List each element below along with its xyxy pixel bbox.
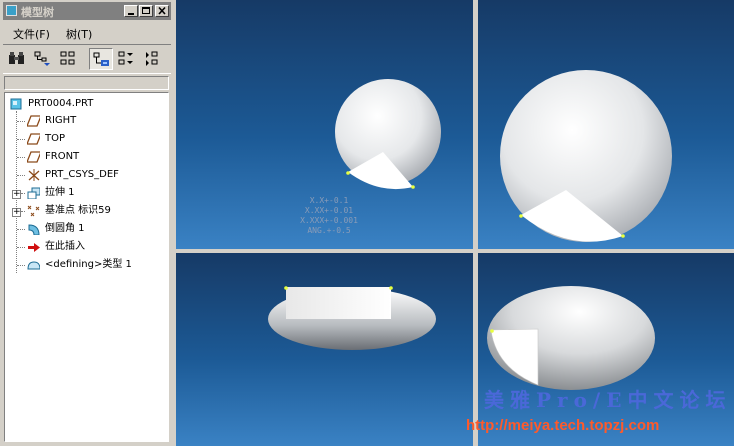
datum-plane-icon: [27, 115, 40, 127]
model-tree: PRT0004.PRT RIGHT TOP FRONT PRT_CSYS_DEF…: [4, 92, 169, 442]
tree-filter-button[interactable]: [31, 48, 55, 70]
model-shape-view-2: [500, 70, 672, 242]
tolerance-line: ANG.+-0.5: [307, 226, 351, 235]
maximize-button[interactable]: [139, 5, 153, 17]
tree-layer-button[interactable]: [89, 48, 113, 70]
watermark-title: 美雅Pro/E中文论坛: [484, 388, 732, 412]
menu-file[interactable]: 文件(F): [13, 26, 50, 42]
datum-plane-icon: [27, 151, 40, 163]
tree-connector: [17, 139, 25, 140]
defining-feature-icon: [27, 261, 40, 270]
expand-all-button[interactable]: [115, 48, 139, 70]
watermark-url: http://meiya.tech.topzj.com: [466, 417, 660, 434]
tree-layer-icon: [93, 52, 109, 66]
extrude-icon: [27, 187, 40, 199]
datum-plane-icon: [27, 133, 40, 145]
tree-connector: [17, 121, 25, 122]
tree-columns-button[interactable]: [57, 48, 81, 70]
round-icon: [28, 224, 40, 235]
model-shape-view-3: [268, 286, 436, 350]
viewport-top-left[interactable]: X.X+-0.1 X.XX+-0.01 X.XXX+-0.001 ANG.+-0…: [176, 0, 473, 249]
tree-connector: [17, 229, 25, 230]
datum-point-icon: [27, 205, 40, 217]
tree-columns-icon: [60, 51, 75, 65]
model-tree-window-icon: [6, 5, 17, 16]
tree-toolbar: [3, 44, 171, 74]
window-title: 模型树: [21, 6, 54, 19]
csys-icon: [28, 169, 40, 181]
tree-connector: [17, 265, 25, 266]
tree-connector: [17, 247, 25, 248]
close-button[interactable]: [155, 5, 169, 17]
viewport-top-right[interactable]: [478, 0, 734, 249]
expand-all-icon: [118, 51, 133, 65]
close-icon: [158, 6, 166, 15]
collapse-all-button[interactable]: [141, 48, 165, 70]
tree-connector: [21, 211, 25, 212]
minimize-icon: [128, 13, 134, 15]
menu-bar: 文件(F) 树(T): [3, 22, 171, 42]
tree-search-bar[interactable]: [4, 76, 169, 90]
model-tree-panel: 模型树 文件(F) 树(T) PRT0004.PRT RIGHT TOP FRO…: [0, 0, 175, 446]
title-bar[interactable]: 模型树: [3, 2, 171, 20]
maximize-icon: [142, 7, 150, 14]
collapse-all-icon: [146, 51, 158, 66]
minimize-button[interactable]: [124, 5, 138, 17]
tree-filter-icon: [34, 51, 50, 66]
expand-toggle-extrude[interactable]: +: [12, 190, 21, 199]
expand-toggle-datum-point[interactable]: +: [12, 208, 21, 217]
tree-connector: [17, 157, 25, 158]
tolerance-line: X.X+-0.1: [309, 196, 349, 205]
binoculars-icon: [9, 52, 24, 64]
tolerance-line: X.XX+-0.01: [304, 206, 354, 215]
tolerance-line: X.XXX+-0.001: [300, 216, 358, 225]
insert-here-icon: [28, 243, 40, 252]
menu-tree[interactable]: 树(T): [66, 26, 92, 42]
find-button[interactable]: [5, 48, 29, 70]
viewport-bottom-left[interactable]: [176, 253, 473, 446]
tree-connector: [21, 193, 25, 194]
tree-connector: [17, 175, 25, 176]
tolerance-table: X.X+-0.1 X.XX+-0.01 X.XXX+-0.001 ANG.+-0…: [294, 196, 364, 236]
part-icon: [10, 98, 22, 110]
